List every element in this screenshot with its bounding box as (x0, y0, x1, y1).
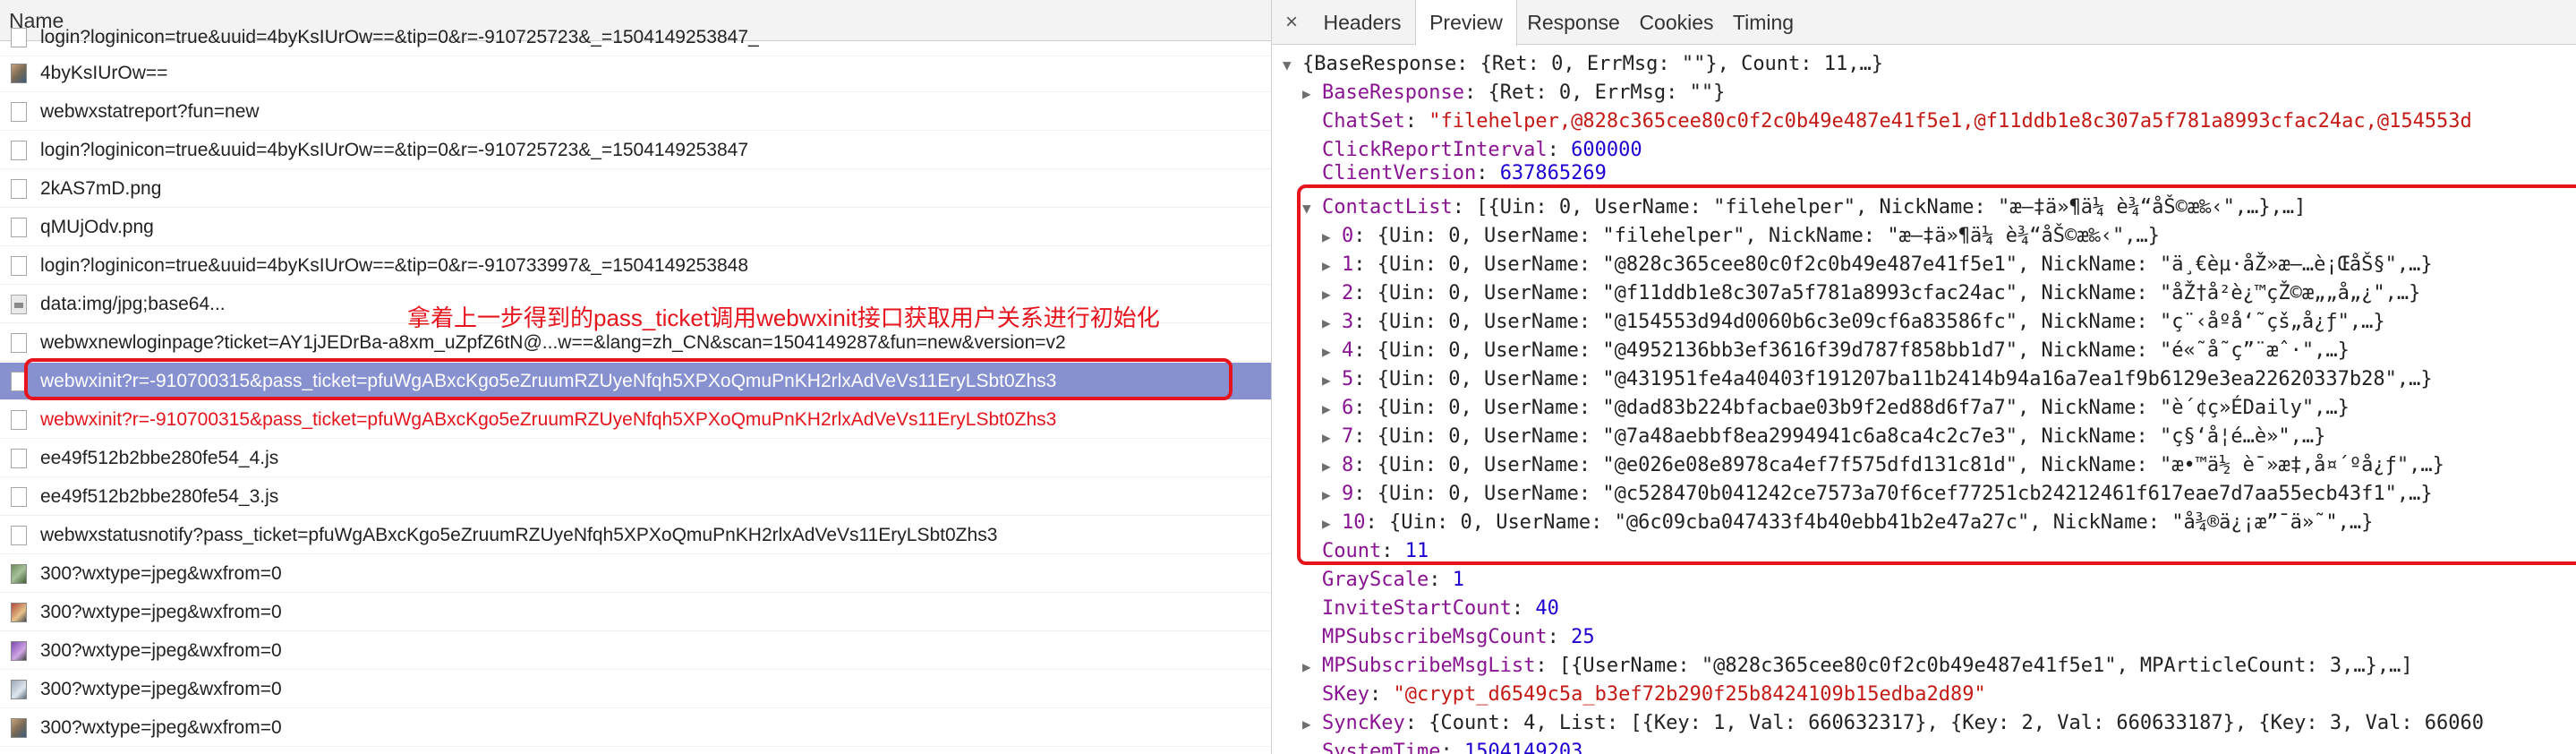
request-name: 640?wxtype=jpeg&wxfrom=0 (40, 748, 282, 754)
request-name: login?loginicon=true&uuid=4byKsIUrOw==&t… (40, 27, 759, 47)
highlight-box-contact-list (1297, 184, 2576, 565)
tree-node-chatset: ChatSet: "filehelper,@828c365cee80c0f2c0… (1322, 110, 2472, 133)
request-row[interactable]: 300?wxtype=jpeg&wxfrom=0 (0, 632, 1271, 670)
file-icon (11, 28, 27, 47)
annotation-text: 拿着上一步得到的pass_ticket调用webwxinit接口获取用户关系进行… (407, 304, 1160, 331)
request-row[interactable]: login?loginicon=true&uuid=4byKsIUrOw==&t… (0, 19, 1271, 56)
tree-node-base-response[interactable]: ▶ BaseResponse: {Ret: 0, ErrMsg: ""} (1302, 79, 1725, 107)
request-row[interactable]: 2kAS7mD.png (0, 170, 1271, 208)
tree-node-client-version: ClientVersion: 637865269 (1322, 162, 1607, 181)
image-icon (11, 718, 27, 738)
tree-node-invite-start-count: InviteStartCount: 40 (1322, 597, 1559, 620)
file-icon (11, 526, 27, 545)
request-row[interactable]: 640?wxtype=jpeg&wxfrom=0 (0, 748, 1271, 754)
tree-node-skey: SKey: "@crypt_d6549c5a_b3ef72b290f25b842… (1322, 683, 1986, 706)
request-name: 300?wxtype=jpeg&wxfrom=0 (40, 563, 282, 584)
request-row[interactable]: 4byKsIUrOw== (0, 55, 1271, 92)
request-row[interactable]: qMUjOdv.png (0, 209, 1271, 246)
image-icon (11, 680, 27, 699)
request-row[interactable]: ee49f512b2bbe280fe54_4.js (0, 440, 1271, 477)
tab-preview[interactable]: Preview (1415, 0, 1517, 46)
tab-timing[interactable]: Timing (1723, 0, 1804, 45)
request-row[interactable]: 300?wxtype=jpeg&wxfrom=0 (0, 709, 1271, 747)
tree-node-grayscale: GrayScale: 1 (1322, 569, 1464, 591)
request-name: 4byKsIUrOw== (40, 63, 168, 83)
request-name: webwxinit?r=-910700315&pass_ticket=pfuWg… (40, 409, 1057, 430)
tree-root[interactable]: ▼ {BaseResponse: {Ret: 0, ErrMsg: ""}, Co… (1283, 50, 1883, 79)
request-name: 300?wxtype=jpeg&wxfrom=0 (40, 640, 282, 661)
request-name: ee49f512b2bbe280fe54_4.js (40, 448, 279, 468)
request-name: login?loginicon=true&uuid=4byKsIUrOw==&t… (40, 140, 749, 160)
expand-triangle-icon[interactable]: ▶ (1302, 80, 1322, 108)
file-icon (11, 410, 27, 430)
expand-triangle-icon[interactable]: ▶ (1302, 653, 1322, 681)
request-row[interactable]: 300?wxtype=jpeg&wxfrom=0 (0, 555, 1271, 593)
request-name: ee49f512b2bbe280fe54_3.js (40, 486, 279, 507)
file-icon (11, 102, 27, 122)
image-icon (11, 603, 27, 622)
request-row[interactable]: ee49f512b2bbe280fe54_3.js (0, 478, 1271, 516)
tree-node-synckey[interactable]: ▶ SyncKey: {Count: 4, List: [{Key: 1, Val… (1302, 709, 2484, 738)
request-row[interactable]: 300?wxtype=jpeg&wxfrom=0 (0, 671, 1271, 708)
expand-triangle-icon[interactable]: ▶ (1302, 710, 1322, 739)
collapse-triangle-icon[interactable]: ▼ (1283, 51, 1302, 80)
request-name: 300?wxtype=jpeg&wxfrom=0 (40, 679, 282, 699)
request-row[interactable]: 300?wxtype=jpeg&wxfrom=0 (0, 594, 1271, 631)
request-name: data:img/jpg;base64... (40, 294, 226, 314)
request-name: login?loginicon=true&uuid=4byKsIUrOw==&t… (40, 255, 749, 276)
request-name: webwxstatreport?fun=new (40, 101, 260, 122)
request-row[interactable]: webwxstatreport?fun=new (0, 93, 1271, 131)
file-icon (11, 179, 27, 199)
request-name: 2kAS7mD.png (40, 178, 162, 199)
tree-node-mp-subscribe-list[interactable]: ▶ MPSubscribeMsgList: [{UserName: "@828c3… (1302, 652, 2413, 681)
file-icon (11, 218, 27, 237)
request-name: 300?wxtype=jpeg&wxfrom=0 (40, 717, 282, 738)
request-name: qMUjOdv.png (40, 217, 154, 237)
request-details-panel: × Headers Preview Response Cookies Timin… (1272, 0, 2576, 754)
network-request-panel: Name login?loginicon=true&uuid=4byKsIUrO… (0, 0, 1272, 754)
request-row[interactable]: webwxstatusnotify?pass_ticket=pfuWgABxcK… (0, 517, 1271, 554)
file-icon (11, 449, 27, 468)
request-name: webwxstatusnotify?pass_ticket=pfuWgABxcK… (40, 525, 998, 545)
file-icon (11, 487, 27, 507)
request-row[interactable]: login?loginicon=true&uuid=4byKsIUrOw==&t… (0, 132, 1271, 169)
image-icon (11, 564, 27, 584)
tab-headers[interactable]: Headers (1309, 0, 1415, 45)
tab-cookies[interactable]: Cookies (1630, 0, 1723, 45)
request-row[interactable]: login?loginicon=true&uuid=4byKsIUrOw==&t… (0, 247, 1271, 285)
tab-response[interactable]: Response (1517, 0, 1630, 45)
image-icon (11, 641, 27, 661)
file-icon (11, 333, 27, 353)
request-row[interactable]: webwxinit?r=-910700315&pass_ticket=pfuWg… (0, 401, 1271, 439)
file-icon (11, 141, 27, 160)
details-tab-bar: × Headers Preview Response Cookies Timin… (1272, 0, 2576, 46)
highlight-box-webwxinit (24, 358, 1233, 400)
file-icon (11, 256, 27, 276)
image-data-icon (11, 295, 27, 314)
close-icon[interactable]: × (1277, 0, 1306, 45)
tree-node-mp-subscribe-count: MPSubscribeMsgCount: 25 (1322, 626, 1595, 648)
tree-node-system-time: SystemTime: 1504149203 (1322, 741, 1583, 754)
request-name: 300?wxtype=jpeg&wxfrom=0 (40, 602, 282, 622)
image-icon (11, 64, 27, 83)
